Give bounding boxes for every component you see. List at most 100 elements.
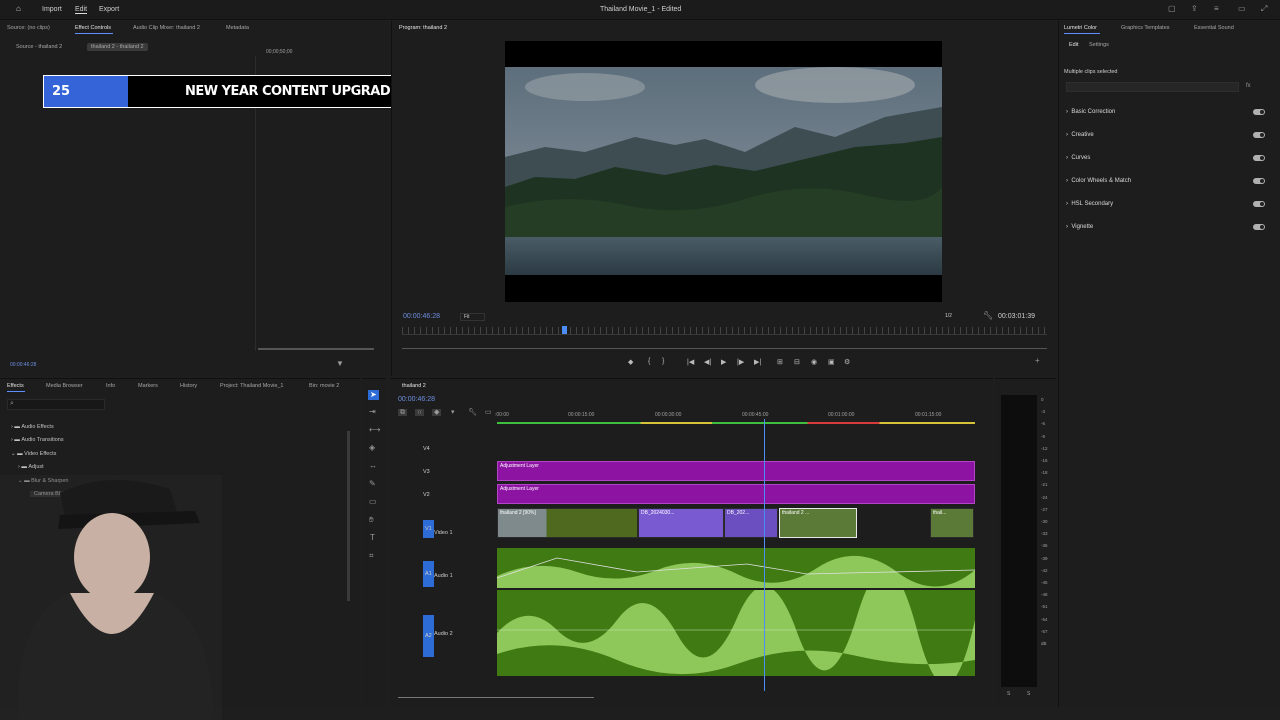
- fit-dropdown[interactable]: Fit: [460, 313, 485, 321]
- track-v1-target[interactable]: V1: [423, 520, 434, 538]
- lumetri-settings-tab[interactable]: Settings: [1089, 42, 1109, 48]
- expand-icon[interactable]: ⤢: [1261, 5, 1267, 13]
- tab-project[interactable]: Project: Thailand Movie_1: [220, 383, 284, 389]
- track-v3[interactable]: V3: [423, 469, 430, 475]
- fx-icon[interactable]: fx: [1246, 83, 1251, 89]
- track-v2[interactable]: V2: [423, 492, 430, 498]
- fullscreen-icon[interactable]: ▢: [1168, 5, 1176, 13]
- audio-waveform-a2[interactable]: [497, 590, 975, 676]
- basic-correction-toggle[interactable]: [1253, 109, 1265, 115]
- program-playhead[interactable]: [562, 326, 567, 334]
- wrench-icon[interactable]: 🔧︎: [983, 312, 993, 320]
- creative-toggle[interactable]: [1253, 132, 1265, 138]
- tab-graphics-templates[interactable]: Graphics Templates: [1121, 25, 1170, 31]
- lumetri-clip-dropdown[interactable]: [1066, 82, 1239, 92]
- video-clip-3[interactable]: DB_202...: [724, 508, 778, 538]
- sequence-clip-tab[interactable]: thailand 2 - thailand 2: [87, 43, 148, 51]
- tree-adjust[interactable]: › ▬ Adjust: [18, 464, 44, 470]
- tab-history[interactable]: History: [180, 383, 197, 389]
- tree-video-effects[interactable]: ⌄ ▬ Video Effects: [11, 451, 56, 457]
- home-icon[interactable]: ⌂: [16, 5, 21, 13]
- program-timecode[interactable]: 00:00:46:28: [403, 313, 440, 320]
- effect-scrollbar[interactable]: [258, 348, 374, 350]
- lumetri-vignette[interactable]: › Vignette: [1066, 224, 1093, 230]
- resolution-dropdown[interactable]: 1/2: [945, 313, 952, 319]
- tab-program[interactable]: Program: thailand 2: [399, 25, 447, 31]
- captions-tool-icon[interactable]: ⌗: [369, 552, 374, 560]
- timeline-marker-icon[interactable]: ▾: [451, 409, 455, 416]
- tab-effect-controls[interactable]: Effect Controls: [75, 25, 111, 31]
- tab-effects[interactable]: Effects: [7, 383, 24, 389]
- lumetri-curves[interactable]: › Curves: [1066, 155, 1090, 161]
- timeline-settings-icon[interactable]: 🔧︎: [468, 409, 477, 416]
- video-clip-5[interactable]: thail...: [930, 508, 974, 538]
- hand-tool-icon[interactable]: ✋︎: [369, 516, 374, 524]
- track-v4[interactable]: V4: [423, 446, 430, 452]
- add-marker-icon[interactable]: ◆: [432, 409, 442, 416]
- selection-tool-icon[interactable]: ➤: [368, 390, 379, 400]
- go-to-in-icon[interactable]: |◀: [687, 358, 694, 366]
- go-to-out-icon[interactable]: ▶|: [754, 358, 761, 366]
- meter-solo-right[interactable]: S: [1027, 691, 1030, 697]
- tab-bin[interactable]: Bin: movie 2: [309, 383, 339, 389]
- tab-audio-clip-mixer[interactable]: Audio Clip Mixer: thailand 2: [133, 25, 200, 31]
- video-clip-selected[interactable]: thailand 2 ...: [779, 508, 857, 538]
- audio-waveform-a1[interactable]: [497, 548, 975, 588]
- menu-icon[interactable]: ≡: [1214, 5, 1219, 13]
- hsl-secondary-toggle[interactable]: [1253, 201, 1265, 207]
- step-forward-icon[interactable]: |▶: [737, 358, 744, 366]
- filter-icon[interactable]: ▼: [336, 360, 344, 368]
- tab-metadata[interactable]: Metadata: [226, 25, 249, 31]
- tab-source[interactable]: Source: (no clips): [7, 25, 50, 31]
- minimize-icon[interactable]: ▭: [1238, 5, 1246, 13]
- timeline-playhead[interactable]: [764, 419, 765, 691]
- razor-tool-icon[interactable]: ◈: [369, 444, 375, 452]
- share-icon[interactable]: ⇪: [1191, 5, 1198, 13]
- tree-audio-effects[interactable]: › ▬ Audio Effects: [11, 424, 54, 430]
- vignette-toggle[interactable]: [1253, 224, 1265, 230]
- linked-selection-icon[interactable]: ∩: [415, 409, 425, 416]
- marker-icon[interactable]: ◆: [628, 358, 633, 366]
- step-back-icon[interactable]: ◀|: [704, 358, 711, 366]
- source-sequence-tab[interactable]: Source - thailand 2: [16, 44, 62, 50]
- in-point-icon[interactable]: {: [648, 358, 650, 365]
- adjustment-layer-v3[interactable]: Adjustment Layer: [497, 461, 975, 481]
- lift-icon[interactable]: ⊞: [777, 358, 783, 366]
- camera-icon[interactable]: ◉: [811, 358, 817, 366]
- lumetri-basic-correction[interactable]: › Basic Correction: [1066, 109, 1115, 115]
- track-a2-target[interactable]: A2: [423, 615, 434, 657]
- type-tool-icon[interactable]: T: [370, 534, 375, 542]
- menu-edit[interactable]: Edit: [75, 6, 88, 14]
- effects-scrollbar[interactable]: [347, 431, 350, 601]
- extract-icon[interactable]: ⊟: [794, 358, 800, 366]
- out-point-icon[interactable]: }: [662, 358, 664, 365]
- curves-toggle[interactable]: [1253, 155, 1265, 161]
- snap-icon[interactable]: ⧉: [398, 409, 407, 416]
- effects-search-input[interactable]: [7, 399, 105, 410]
- color-wheels-toggle[interactable]: [1253, 178, 1265, 184]
- timeline-timecode[interactable]: 00:00:46:28: [398, 396, 435, 403]
- meter-solo-left[interactable]: S: [1007, 691, 1010, 697]
- play-icon[interactable]: ▶: [721, 358, 726, 366]
- lumetri-creative[interactable]: › Creative: [1066, 132, 1094, 138]
- menu-export[interactable]: Export: [99, 6, 119, 13]
- tab-timeline[interactable]: thailand 2: [402, 383, 426, 389]
- program-zoom-bar[interactable]: [402, 348, 1047, 349]
- comparison-icon[interactable]: ▣: [828, 358, 835, 366]
- menu-import[interactable]: Import: [42, 6, 62, 13]
- add-button-icon[interactable]: +: [1035, 357, 1040, 365]
- ripple-edit-icon[interactable]: ⟷: [369, 426, 380, 434]
- tab-media-browser[interactable]: Media Browser: [46, 383, 83, 389]
- lumetri-hsl-secondary[interactable]: › HSL Secondary: [1066, 201, 1113, 207]
- tab-lumetri-color[interactable]: Lumetri Color: [1064, 25, 1097, 31]
- tab-info[interactable]: Info: [106, 383, 115, 389]
- rectangle-tool-icon[interactable]: ▭: [369, 498, 377, 506]
- track-select-icon[interactable]: ⇥: [369, 408, 376, 416]
- tree-audio-transitions[interactable]: › ▬ Audio Transitions: [11, 437, 64, 443]
- settings-icon[interactable]: ⚙: [844, 358, 850, 366]
- pen-tool-icon[interactable]: ✎: [369, 480, 376, 488]
- timeline-scrollbar[interactable]: [398, 697, 594, 698]
- lumetri-color-wheels[interactable]: › Color Wheels & Match: [1066, 178, 1131, 184]
- tab-markers[interactable]: Markers: [138, 383, 158, 389]
- lumetri-edit-tab[interactable]: Edit: [1069, 42, 1078, 48]
